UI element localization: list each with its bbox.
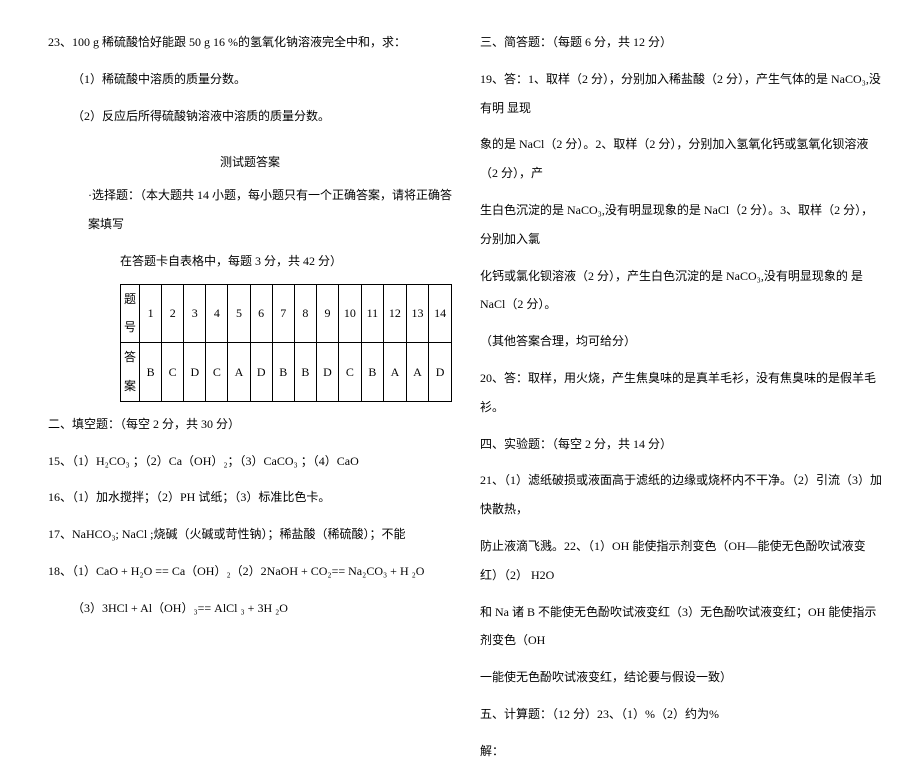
ans-cell: A (406, 343, 429, 402)
answer-21-line1: 21、（1）滤纸破损或液面高于滤纸的边缘或烧杯内不干净。（2）引流（3）加快散热… (480, 466, 882, 524)
answer-table: 题号 1 2 3 4 5 6 7 8 9 10 11 12 13 14 答案 B… (48, 284, 452, 402)
row-head-label: 题号 (121, 284, 140, 343)
col-num: 9 (316, 284, 338, 343)
answer-16: 16、（1）加水搅拌；（2）PH 试纸；（3）标准比色卡。 (48, 483, 452, 512)
ans-cell: A (384, 343, 407, 402)
section5-heading: 五、计算题：（12 分）23、（1）%（2）约为% (480, 700, 882, 729)
answer-20: 20、答：取样，用火烧，产生焦臭味的是真羊毛衫，没有焦臭味的是假羊毛衫。 (480, 364, 882, 422)
table-row: 答案 B C D C A D B B D C B A A D (121, 343, 452, 402)
col-num: 6 (250, 284, 272, 343)
q23-stem: 23、100 g 稀硫酸恰好能跟 50 g 16 %的氢氧化钠溶液完全中和，求： (48, 28, 452, 57)
col-num: 12 (384, 284, 407, 343)
row-ans-label: 答案 (121, 343, 140, 402)
answer-21-line4: 一能使无色酚吹试液变红，结论要与假设一致） (480, 663, 882, 692)
section4-heading: 四、实验题：（每空 2 分，共 14 分） (480, 430, 882, 459)
col-num: 11 (361, 284, 384, 343)
col-num: 3 (184, 284, 206, 343)
answer-19-line2: 象的是 NaCl（2 分）。2、取样（2 分），分别加入氢氧化钙或氢氧化钡溶液（… (480, 130, 882, 188)
col-num: 13 (406, 284, 429, 343)
table-row: 题号 1 2 3 4 5 6 7 8 9 10 11 12 13 14 (121, 284, 452, 343)
q23-sub2: （2）反应后所得硫酸钠溶液中溶质的质量分数。 (48, 102, 452, 131)
col-num: 5 (228, 284, 250, 343)
section3-heading: 三、简答题：（每题 6 分，共 12 分） (480, 28, 882, 57)
col-num: 10 (339, 284, 362, 343)
ans-cell: D (184, 343, 206, 402)
ans-cell: C (339, 343, 362, 402)
col-num: 1 (140, 284, 162, 343)
answers-title: 测试题答案 (48, 148, 452, 177)
section1-instruction-line2: 在答题卡自表格中，每题 3 分，共 42 分） (48, 247, 452, 276)
ans-cell: B (361, 343, 384, 402)
answer-21-line3: 和 Na 诸 B 不能使无色酚吹试液变红（3）无色酚吹试液变红；OH 能使指示剂… (480, 598, 882, 656)
q23-sub1: （1）稀硫酸中溶质的质量分数。 (48, 65, 452, 94)
answer-21-line2: 防止液滴飞溅。22、（1）OH 能使指示剂变色（OH—能使无色酚吹试液变红）（2… (480, 532, 882, 590)
ans-cell: D (250, 343, 272, 402)
col-num: 2 (162, 284, 184, 343)
answer-19-line4: 化钙或氯化钡溶液（2 分），产生白色沉淀的是 NaCO₃,没有明显现象的 是 N… (480, 262, 882, 320)
col-num: 14 (429, 284, 452, 343)
section1-instruction-line1: ·选择题：（本大题共 14 小题，每小题只有一个正确答案，请将正确答案填写 (48, 181, 452, 239)
solution-label: 解： (480, 737, 882, 766)
answer-17: 17、NaHCO₃; NaCl ;烧碱（火碱或苛性钠）；稀盐酸（稀硫酸）；不能 (48, 520, 452, 549)
ans-cell: C (206, 343, 228, 402)
ans-cell: D (429, 343, 452, 402)
answer-19-line5: （其他答案合理，均可给分） (480, 327, 882, 356)
answer-18-line1: 18、（1）CaO + H₂O == Ca（OH）₂（2）2NaOH + CO₂… (48, 557, 452, 586)
ans-cell: A (228, 343, 250, 402)
answer-19-line3: 生白色沉淀的是 NaCO₃,没有明显现象的是 NaCl（2 分）。3、取样（2 … (480, 196, 882, 254)
col-num: 8 (294, 284, 316, 343)
ans-cell: D (316, 343, 338, 402)
ans-cell: B (140, 343, 162, 402)
answer-19-line1: 19、答：1、取样（2 分），分别加入稀盐酸（2 分），产生气体的是 NaCO₃… (480, 65, 882, 123)
ans-cell: C (162, 343, 184, 402)
section2-heading: 二、填空题：（每空 2 分，共 30 分） (48, 410, 452, 439)
col-num: 4 (206, 284, 228, 343)
answer-15: 15、（1）H₂CO₃ ；（2）Ca（OH）₂；（3）CaCO₃ ；（4）CaO (48, 447, 452, 476)
col-num: 7 (272, 284, 294, 343)
ans-cell: B (294, 343, 316, 402)
ans-cell: B (272, 343, 294, 402)
answer-18-line2: （3）3HCl + Al（OH）₃== AlCl ₃ + 3H ₂O (48, 594, 452, 623)
